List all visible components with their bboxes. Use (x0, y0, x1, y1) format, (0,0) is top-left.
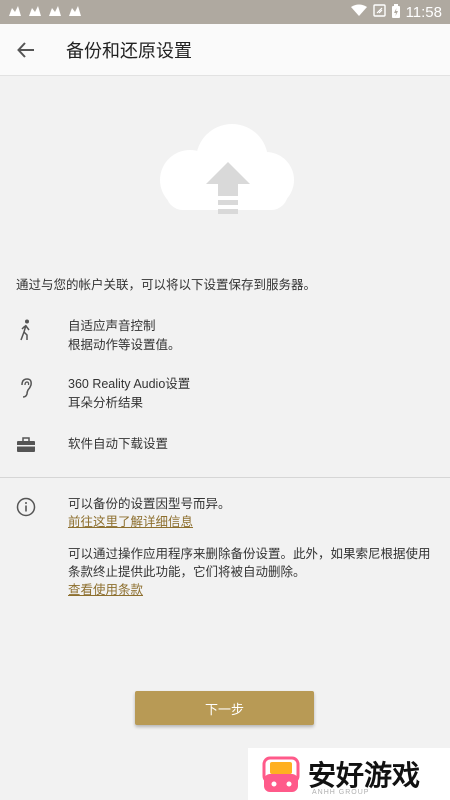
note-block-1: 可以备份的设置因型号而异。 前往这里了解详细信息 (68, 495, 438, 531)
app-bar: 备份和还原设置 (0, 24, 450, 76)
status-time: 11:58 (405, 3, 442, 21)
notification-icon (68, 4, 82, 20)
page-title: 备份和还原设置 (66, 40, 192, 61)
gamepad-logo-icon (262, 756, 300, 792)
feature-adaptive-sound: 自适应声音控制 根据动作等设置值。 (0, 317, 450, 355)
feature-desc: 耳朵分析结果 (68, 396, 144, 410)
intro-text: 通过与您的帐户关联，可以将以下设置保存到服务器。 (16, 278, 317, 292)
watermark-subtext: ANHH GROUP (312, 789, 370, 796)
walking-person-icon (0, 317, 52, 341)
terms-link[interactable]: 查看使用条款 (68, 581, 438, 599)
info-icon (16, 497, 36, 522)
feature-auto-download: 软件自动下载设置 (0, 435, 450, 454)
notification-icon (28, 4, 42, 20)
watermark-text: 安好游戏 (308, 759, 421, 792)
learn-more-link[interactable]: 前往这里了解详细信息 (68, 513, 438, 531)
note-text: 可以备份的设置因型号而异。 (68, 497, 231, 511)
feature-desc: 根据动作等设置值。 (68, 338, 181, 352)
feature-title: 自适应声音控制 (68, 319, 156, 333)
arrow-back-icon (17, 41, 34, 58)
battery-charging-icon (391, 3, 400, 21)
cloud-upload-icon (150, 118, 300, 228)
notification-icon (8, 4, 22, 20)
back-button[interactable] (0, 24, 52, 76)
next-button[interactable]: 下一步 (135, 691, 314, 725)
note-text: 可以通过操作应用程序来删除备份设置。此外，如果索尼根据使用条款终止提供此功能，它… (68, 547, 431, 579)
notification-icon (48, 4, 62, 20)
signal-icon (372, 4, 386, 20)
feature-title: 软件自动下载设置 (68, 437, 169, 451)
watermark-logo: 安好游戏 ANHH GROUP (248, 748, 450, 800)
feature-360-audio: 360 Reality Audio设置 耳朵分析结果 (0, 375, 450, 413)
divider (0, 477, 450, 478)
status-right: 11:58 (350, 3, 442, 21)
ear-icon (0, 375, 52, 399)
notification-icons (8, 4, 82, 20)
note-block-2: 可以通过操作应用程序来删除备份设置。此外，如果索尼根据使用条款终止提供此功能，它… (68, 545, 438, 599)
feature-title: 360 Reality Audio设置 (68, 377, 191, 391)
wifi-icon (350, 4, 367, 20)
toolbox-icon (0, 435, 52, 453)
status-bar: 11:58 (0, 0, 450, 24)
